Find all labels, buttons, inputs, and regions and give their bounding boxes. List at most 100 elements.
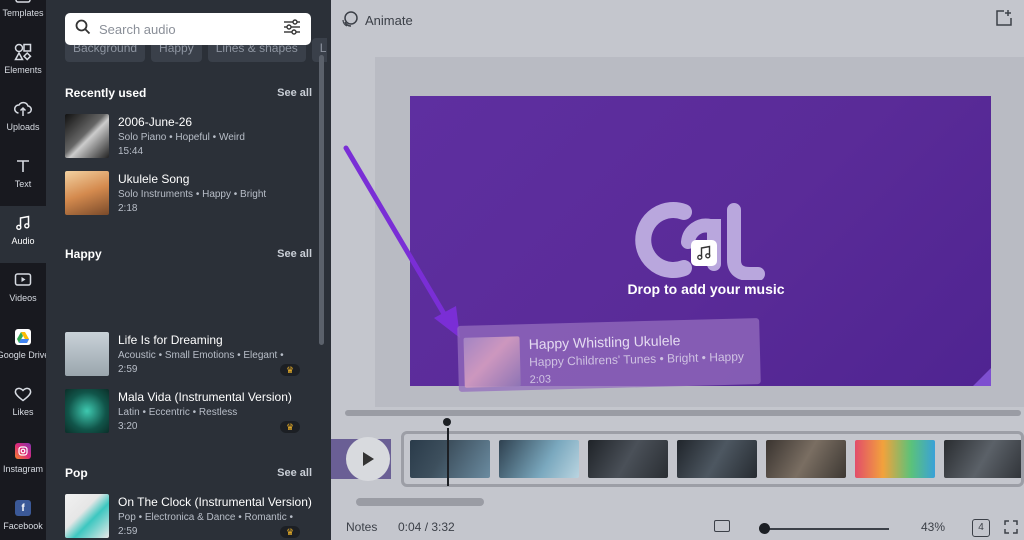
timeline-horizontal-scrollbar[interactable] (356, 498, 484, 506)
see-all-recently-used[interactable]: See all (266, 87, 312, 99)
track-title: On The Clock (Instrumental Version) (118, 495, 312, 509)
notes-button[interactable]: Notes (346, 520, 377, 534)
track-thumbnail (65, 171, 109, 215)
drop-hint-text: Drop to add your music (627, 281, 785, 297)
track-thumbnail (65, 332, 109, 376)
track-duration: 15:44 (118, 146, 144, 157)
rail-item-label: Likes (12, 407, 34, 417)
playhead-handle[interactable] (443, 418, 451, 426)
track-thumbnail (65, 494, 109, 538)
clip-frame (944, 440, 1021, 478)
track-meta: Acoustic • Small Emotions • Elegant • (118, 350, 284, 361)
editor-area: Animate Drop to add your music Notes 0:0… (331, 0, 1024, 540)
rail-item-likes[interactable]: Likes (0, 377, 46, 434)
play-button[interactable] (346, 437, 390, 481)
video-icon (14, 271, 32, 289)
track-item[interactable]: 2006-June-26 Solo Piano • Hopeful • Weir… (65, 114, 310, 160)
track-title: 2006-June-26 (118, 115, 193, 129)
rail-item-facebook[interactable]: f Facebook (0, 491, 46, 540)
track-duration: 2:59 (118, 526, 138, 537)
rail-item-videos[interactable]: Videos (0, 263, 46, 320)
track-duration: 3:20 (118, 421, 138, 432)
heart-icon (14, 385, 32, 403)
add-page-icon (996, 10, 1012, 26)
rail-item-uploads[interactable]: Uploads (0, 92, 46, 149)
section-title-recently-used: Recently used (65, 86, 147, 100)
music-note-icon (14, 214, 32, 232)
upload-icon (14, 100, 32, 118)
search-icon (75, 19, 91, 40)
track-item[interactable]: Life Is for Dreaming Acoustic • Small Em… (65, 332, 310, 378)
google-drive-icon (14, 328, 32, 346)
playback-time: 0:04 / 3:32 (398, 520, 455, 534)
zoom-slider-handle[interactable] (759, 523, 770, 534)
rail-item-audio[interactable]: Audio (0, 206, 46, 263)
clip-frame (588, 440, 668, 478)
elements-icon (14, 43, 32, 61)
track-title: Life Is for Dreaming (118, 333, 223, 347)
playhead[interactable] (447, 428, 449, 486)
video-clip-strip[interactable] (401, 431, 1024, 487)
rail-item-google-drive[interactable]: Google Drive (0, 320, 46, 377)
page-count-button[interactable]: 4 (972, 519, 990, 537)
rail-item-instagram[interactable]: Instagram (0, 434, 46, 491)
track-meta: Happy Childrens' Tunes • Bright • Happy (528, 349, 745, 370)
side-nav-rail: Templates Elements Uploads Text Audio Vi… (0, 0, 46, 540)
timeline-view-icon[interactable] (714, 520, 730, 532)
animate-icon (341, 10, 359, 31)
track-title: Happy Whistling Ukulele (528, 332, 681, 353)
track-title: Ukulele Song (118, 172, 190, 186)
share-page-button[interactable] (995, 9, 1013, 27)
track-item[interactable]: On The Clock (Instrumental Version) Pop … (65, 494, 312, 540)
search-bar[interactable] (65, 13, 311, 45)
templates-icon (14, 0, 32, 4)
clip-frame (410, 440, 490, 478)
rail-item-label: Templates (2, 8, 44, 18)
rail-item-label: Text (14, 179, 32, 189)
rail-item-label: Instagram (2, 464, 44, 474)
panel-scrollbar[interactable] (319, 55, 324, 345)
rail-item-label: Videos (9, 293, 37, 303)
track-meta: Solo Piano • Hopeful • Weird (118, 132, 245, 143)
track-duration: 2:18 (118, 203, 138, 214)
rail-item-label: Google Drive (0, 350, 46, 360)
filter-sliders-icon[interactable] (283, 18, 301, 40)
rail-item-label: Audio (11, 236, 35, 246)
zoom-slider[interactable] (761, 528, 889, 530)
track-meta: Latin • Eccentric • Restless (118, 407, 238, 418)
animate-button[interactable]: Animate (341, 10, 413, 30)
bottom-bar: Notes 0:04 / 3:32 43% 4 (331, 516, 1024, 540)
fullscreen-icon[interactable] (1004, 520, 1018, 534)
zoom-level[interactable]: 43% (921, 520, 945, 534)
track-meta: Pop • Electronica & Dance • Romantic • (118, 512, 294, 523)
track-duration: 2:03 (529, 373, 552, 387)
canvas-horizontal-scrollbar[interactable] (345, 410, 1021, 416)
text-icon (14, 157, 32, 175)
see-all-pop[interactable]: See all (266, 467, 312, 479)
track-thumbnail (463, 336, 521, 388)
clip-frame (677, 440, 757, 478)
rail-item-elements[interactable]: Elements (0, 35, 46, 92)
rail-item-label: Uploads (6, 122, 40, 132)
track-item[interactable]: Ukulele Song Solo Instruments • Happy • … (65, 171, 310, 217)
rail-item-label: Elements (4, 65, 42, 75)
track-thumbnail (65, 114, 109, 158)
section-title-pop: Pop (65, 466, 88, 480)
animate-label: Animate (365, 12, 413, 28)
section-title-happy: Happy (65, 247, 102, 261)
clip-frame (855, 440, 935, 478)
premium-crown-icon: ♛ (280, 364, 300, 376)
music-note-icon (691, 240, 717, 266)
clip-frame (499, 440, 579, 478)
rail-item-templates[interactable]: Templates (0, 0, 46, 35)
track-item[interactable]: Mala Vida (Instrumental Version) Latin •… (65, 389, 310, 435)
track-title: Mala Vida (Instrumental Version) (118, 390, 292, 404)
clip-frame (766, 440, 846, 478)
play-icon (363, 452, 374, 466)
audio-panel: Background Happy Lines & shapes Love Rec… (46, 0, 331, 540)
search-input[interactable] (99, 21, 283, 37)
dragged-audio-card[interactable]: Happy Whistling Ukulele Happy Childrens'… (457, 318, 761, 392)
rail-item-label: Facebook (3, 521, 43, 531)
rail-item-text[interactable]: Text (0, 149, 46, 206)
see-all-happy[interactable]: See all (266, 248, 312, 260)
